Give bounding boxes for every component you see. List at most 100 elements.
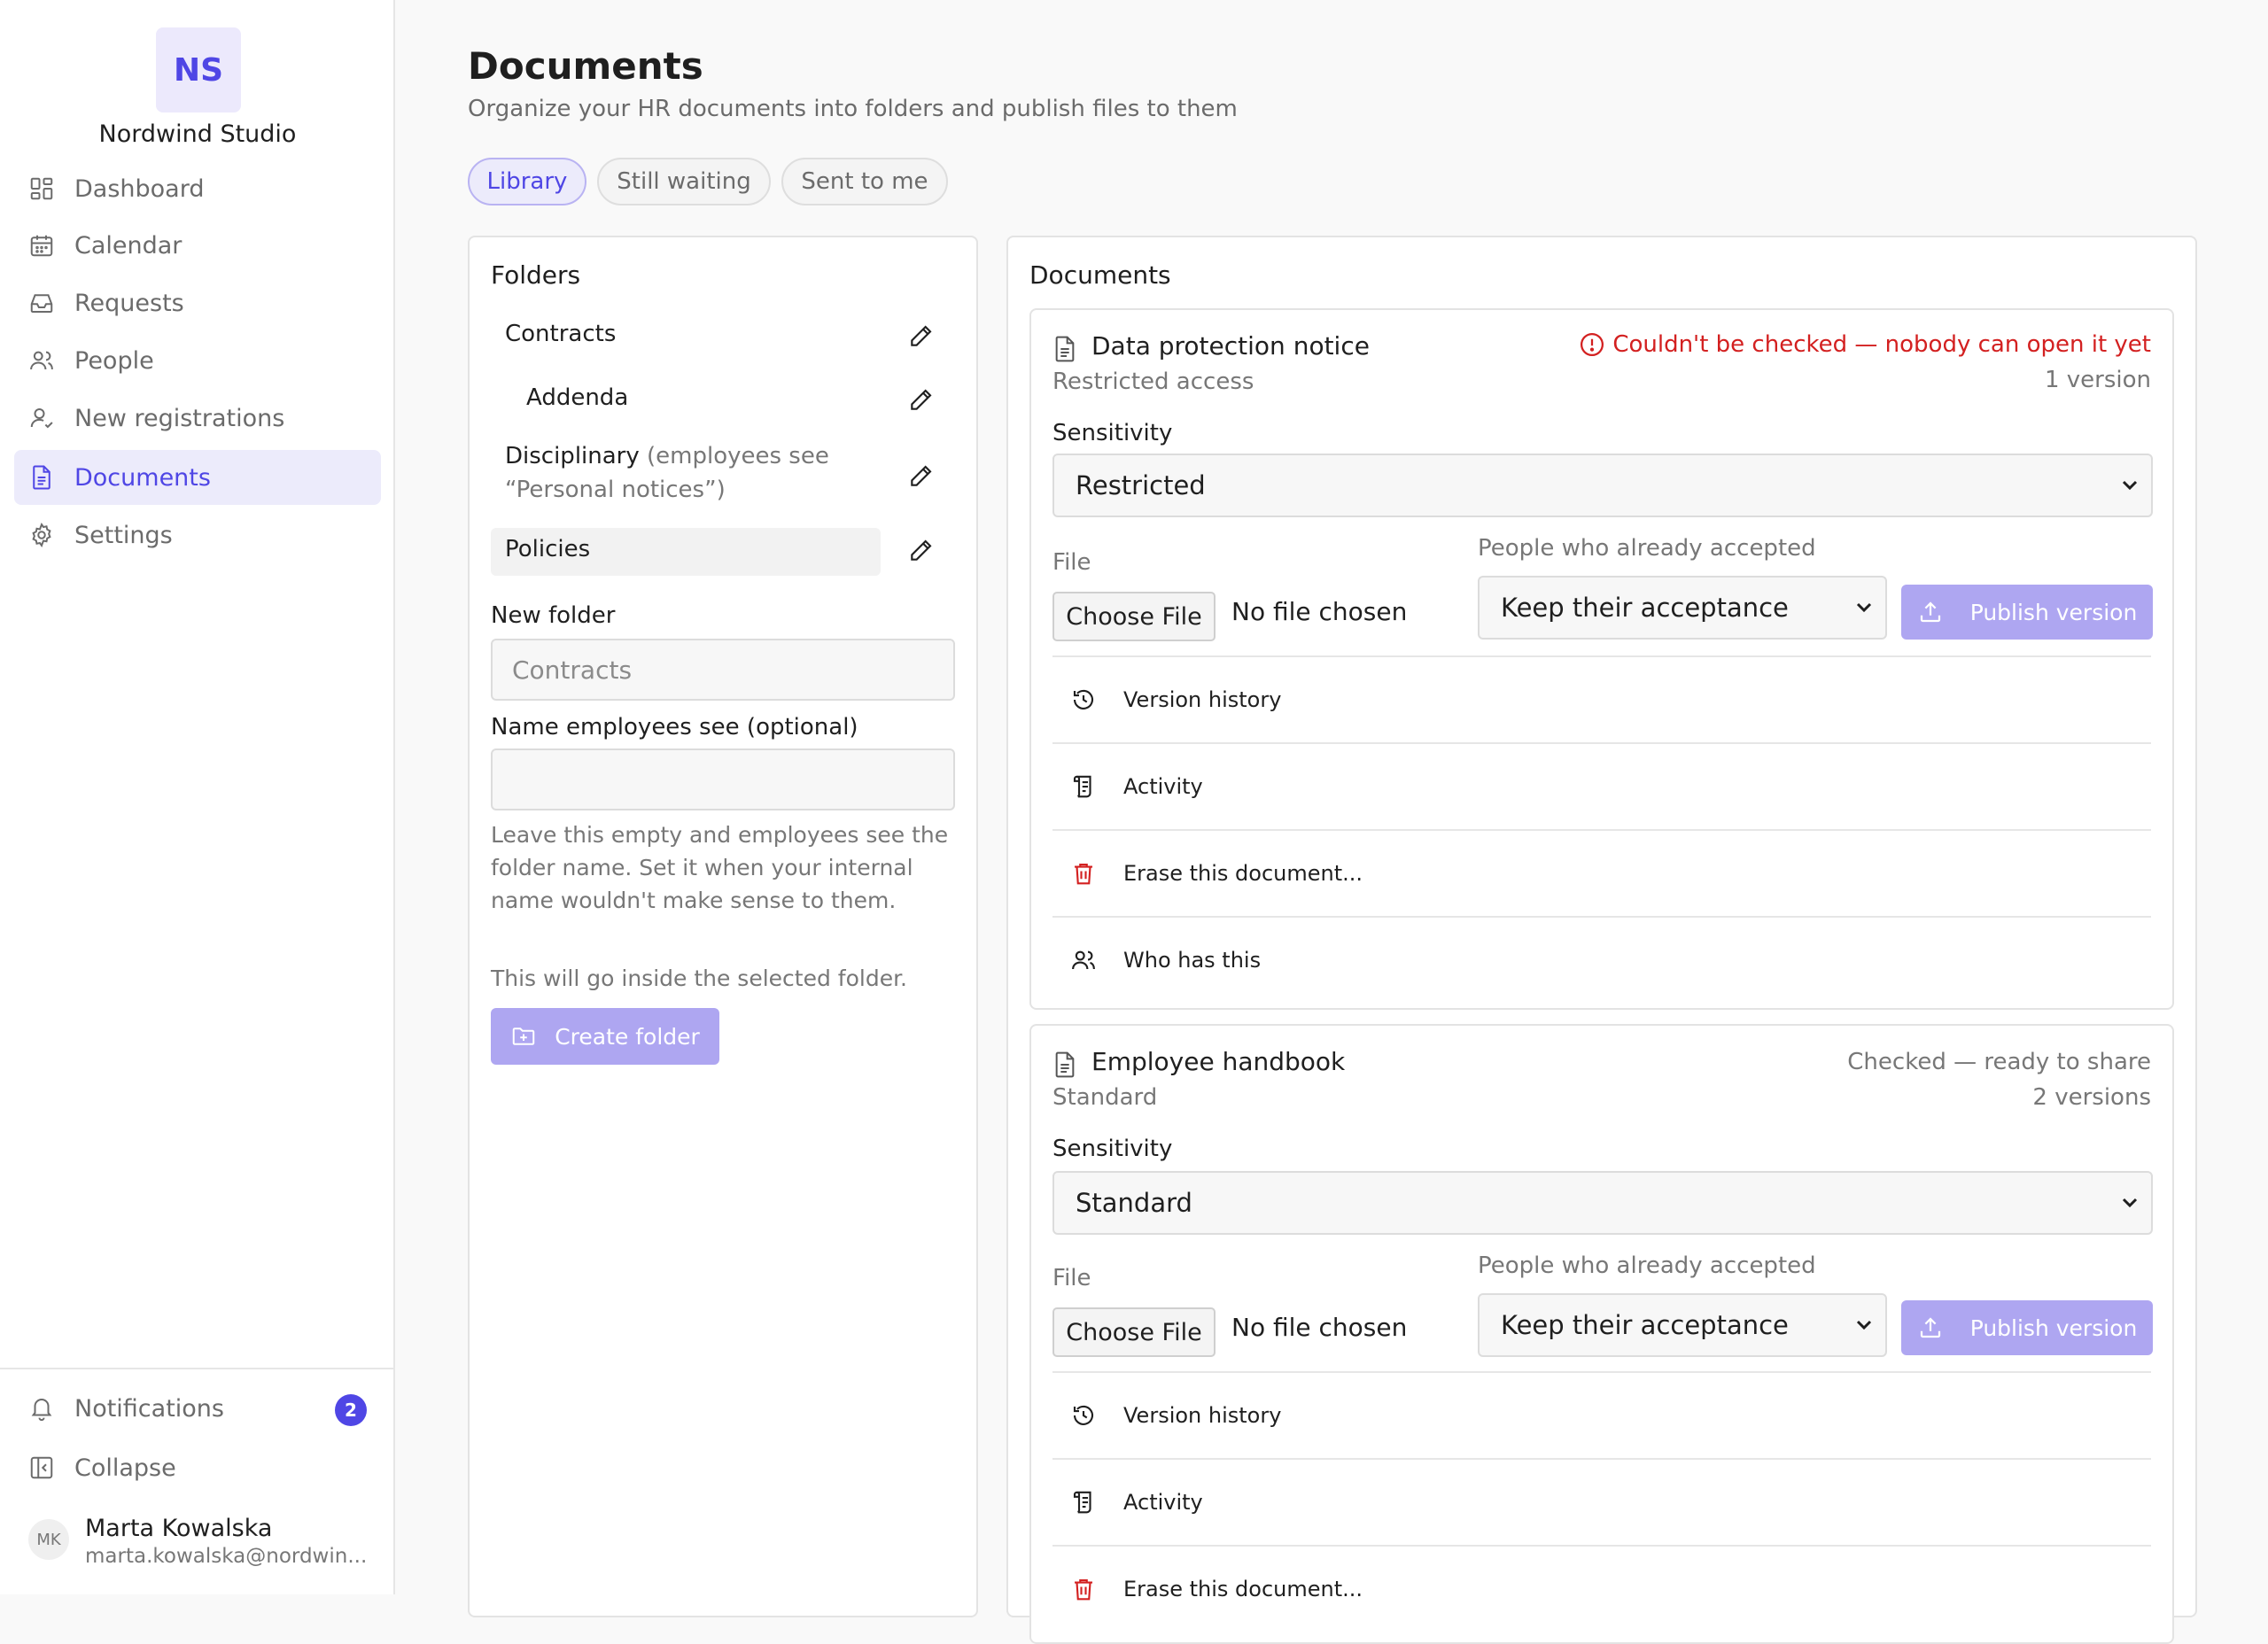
file-name: No file chosen <box>1231 597 1408 626</box>
sensitivity-select[interactable]: Restricted <box>1052 454 2153 517</box>
dashboard-icon <box>28 175 55 202</box>
nav-item-new-registrations[interactable]: New registrations <box>14 391 381 446</box>
nav-item-people[interactable]: People <box>14 333 381 388</box>
folder-employee-name: (employees see <box>647 443 829 469</box>
action-label: Activity <box>1123 1490 1203 1515</box>
publish-version-button[interactable]: Publish version <box>1901 1300 2153 1355</box>
tab-still-waiting[interactable]: Still waiting <box>597 158 771 206</box>
file-label: File <box>1052 1265 1091 1291</box>
accepted-label: People who already accepted <box>1478 535 1816 562</box>
sensitivity-select[interactable]: Standard <box>1052 1171 2153 1235</box>
employee-name-help: Leave this empty and employees see the f… <box>491 822 949 913</box>
tab-sent-to-me[interactable]: Sent to me <box>781 158 948 206</box>
nav-label: Documents <box>74 463 211 492</box>
file-label: File <box>1052 549 1091 576</box>
tab-library[interactable]: Library <box>468 158 586 206</box>
history-icon <box>1070 1402 1097 1429</box>
page-title: Documents <box>468 44 703 88</box>
choose-file-button[interactable]: Choose File <box>1052 1307 1216 1357</box>
version-history-row[interactable]: Version history <box>1052 655 2151 742</box>
nav-label: Collapse <box>74 1454 176 1482</box>
sensitivity-label: Sensitivity <box>1052 1136 1173 1162</box>
action-label: Erase this document... <box>1123 861 1363 886</box>
folder-name: Policies <box>505 536 591 562</box>
nav-item-requests[interactable]: Requests <box>14 275 381 330</box>
alert-circle-icon <box>1581 333 1604 356</box>
users-icon <box>1070 947 1097 973</box>
folders-title: Folders <box>491 260 581 290</box>
sensitivity-value: Standard <box>1076 1188 1192 1218</box>
avatar[interactable]: MK <box>28 1519 69 1560</box>
folder-item-addenda[interactable]: Addenda <box>491 382 881 417</box>
collapse-button[interactable]: Collapse <box>14 1440 381 1495</box>
document-name: Data protection notice <box>1091 331 1370 361</box>
sidebar-divider <box>0 1368 395 1369</box>
scroll-icon <box>1070 773 1097 800</box>
scroll-icon <box>1070 1489 1097 1516</box>
chevron-down-icon <box>1856 602 1872 613</box>
accepted-label: People who already accepted <box>1478 1252 1816 1279</box>
folder-item-policies[interactable]: Policies <box>491 528 881 576</box>
publish-label: Publish version <box>1969 599 2138 625</box>
folder-name: Addenda <box>526 384 629 411</box>
acceptance-value: Keep their acceptance <box>1501 1310 1789 1340</box>
edit-folder-icon[interactable] <box>907 461 936 490</box>
trash-icon <box>1070 860 1097 887</box>
action-label: Version history <box>1123 687 1282 712</box>
nav-item-documents[interactable]: Documents <box>14 450 381 505</box>
sensitivity-value: Restricted <box>1076 470 1206 500</box>
user-check-icon <box>28 405 55 431</box>
activity-row[interactable]: Activity <box>1052 1458 2151 1545</box>
document-icon <box>28 464 55 491</box>
acceptance-select[interactable]: Keep their acceptance <box>1478 576 1887 640</box>
acceptance-select[interactable]: Keep their acceptance <box>1478 1293 1887 1357</box>
who-has-this-row[interactable]: Who has this <box>1052 916 2151 1003</box>
chevron-down-icon <box>1856 1320 1872 1330</box>
version-history-row[interactable]: Version history <box>1052 1371 2151 1458</box>
edit-folder-icon[interactable] <box>907 536 936 564</box>
document-card: Employee handbook Standard Checked — rea… <box>1029 1024 2174 1644</box>
file-name: No file chosen <box>1231 1313 1408 1342</box>
edit-folder-icon[interactable] <box>907 322 936 350</box>
user-email: marta.kowalska@nordwin... <box>85 1545 368 1568</box>
nav-label: Settings <box>74 521 173 549</box>
sidebar-collapse-icon <box>28 1454 55 1481</box>
erase-document-row[interactable]: Erase this document... <box>1052 829 2151 916</box>
acceptance-value: Keep their acceptance <box>1501 593 1789 623</box>
document-card: Data protection notice Restricted access… <box>1029 308 2174 1010</box>
history-icon <box>1070 686 1097 713</box>
publish-label: Publish version <box>1969 1314 2138 1341</box>
trash-icon <box>1070 1576 1097 1602</box>
sidebar: NS Nordwind Studio Dashboard Calendar Re… <box>0 0 395 1594</box>
create-location-hint: This will go inside the selected folder. <box>491 965 908 991</box>
file-icon <box>1051 1051 1079 1079</box>
users-icon <box>28 347 55 374</box>
new-folder-label: New folder <box>491 602 616 629</box>
nav-item-settings[interactable]: Settings <box>14 508 381 562</box>
file-icon <box>1051 335 1079 363</box>
folder-item-disciplinary[interactable]: Disciplinary (employees see “Personal no… <box>491 439 881 507</box>
nav-item-dashboard[interactable]: Dashboard <box>14 161 381 216</box>
sensitivity-label: Sensitivity <box>1052 420 1173 446</box>
erase-document-row[interactable]: Erase this document... <box>1052 1545 2151 1632</box>
create-folder-button[interactable]: Create folder <box>491 1008 719 1065</box>
publish-version-button[interactable]: Publish version <box>1901 585 2153 640</box>
activity-row[interactable]: Activity <box>1052 742 2151 829</box>
folder-name: Disciplinary <box>505 443 640 469</box>
choose-file-button[interactable]: Choose File <box>1052 592 1216 641</box>
chevron-down-icon <box>2122 1198 2138 1208</box>
employee-name-input[interactable] <box>491 748 955 810</box>
nav-label: Calendar <box>74 231 183 260</box>
folder-item-contracts[interactable]: Contracts <box>491 318 881 353</box>
nav-label: New registrations <box>74 404 285 432</box>
nav-item-notifications[interactable]: Notifications <box>14 1381 381 1436</box>
gear-icon <box>28 522 55 548</box>
nav-label: Notifications <box>74 1394 224 1423</box>
document-check-status: Couldn't be checked — nobody can open it… <box>1579 331 2151 358</box>
new-folder-input[interactable] <box>491 639 955 701</box>
nav-item-calendar[interactable]: Calendar <box>14 218 381 273</box>
version-count: 2 versions <box>2032 1084 2151 1111</box>
edit-folder-icon[interactable] <box>907 385 936 414</box>
action-label: Version history <box>1123 1403 1282 1428</box>
upload-icon <box>1920 601 1940 623</box>
